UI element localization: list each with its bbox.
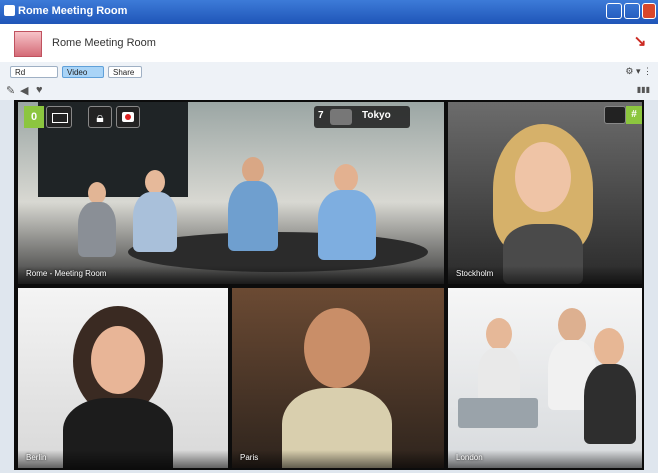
volume-icon[interactable]: ◀ (20, 84, 28, 97)
control-bar: ✎ ◀ ♥ ▮▮▮ (0, 82, 658, 100)
video-tile-berlin[interactable]: Berlin (18, 288, 228, 468)
hangup-icon[interactable]: ↘ (632, 34, 648, 50)
active-speaker-name: Tokyo (362, 110, 391, 121)
tile-label-london: London (456, 453, 483, 462)
layout-number: 7 (318, 110, 324, 121)
dial-button[interactable]: Rd (10, 66, 58, 78)
speaker-overlay: 7 Tokyo (314, 106, 410, 128)
room-title: Rome Meeting Room (52, 37, 156, 49)
toolbar: Rd Video Share ⚙ ▾ ⋮ (0, 62, 658, 83)
hash-badge[interactable]: # (626, 106, 642, 124)
app-icon (4, 5, 15, 16)
video-tile-rome[interactable]: Rome - Meeting Room 0 🔒︎ 7 Tokyo (18, 102, 444, 284)
tile-label-paris: Paris (240, 453, 259, 462)
record-icon[interactable] (116, 106, 140, 128)
window-title: Rome Meeting Room (18, 5, 128, 17)
edit-icon[interactable]: ✎ (6, 84, 15, 97)
fullscreen-icon[interactable] (604, 106, 626, 124)
share-button[interactable]: Share (108, 66, 142, 78)
maximize-button[interactable] (624, 3, 640, 19)
laptop (458, 398, 538, 428)
signal-strength-icon: ▮▮▮ (636, 85, 650, 94)
tile-label-berlin: Berlin (26, 453, 47, 462)
close-button[interactable] (642, 3, 656, 19)
layout-grid-icon[interactable] (46, 106, 72, 128)
video-tile-stockholm[interactable]: # Stockholm (448, 102, 642, 284)
video-stage: Rome - Meeting Room 0 🔒︎ 7 Tokyo # Stock… (14, 100, 644, 470)
avatar (14, 31, 42, 57)
toolbar-settings-icon[interactable]: ⚙ ▾ ⋮ (625, 66, 652, 77)
participant-count-badge[interactable]: 0 (24, 106, 44, 128)
lock-icon[interactable]: 🔒︎ (88, 106, 112, 128)
tile-label-stockholm: Stockholm (456, 269, 494, 278)
conference-icon[interactable] (330, 109, 352, 125)
label-bar (18, 450, 228, 468)
tile-label-rome: Rome - Meeting Room (26, 269, 107, 278)
minimize-button[interactable] (606, 3, 622, 19)
video-button[interactable]: Video (62, 66, 104, 78)
room-header: Rome Meeting Room ↘ (0, 24, 658, 63)
window-titlebar: Rome Meeting Room (0, 0, 658, 24)
video-tile-london[interactable]: London (448, 288, 642, 468)
video-tile-paris[interactable]: Paris (232, 288, 444, 468)
label-bar (232, 450, 444, 468)
microphone-icon[interactable]: ♥ (36, 84, 43, 96)
